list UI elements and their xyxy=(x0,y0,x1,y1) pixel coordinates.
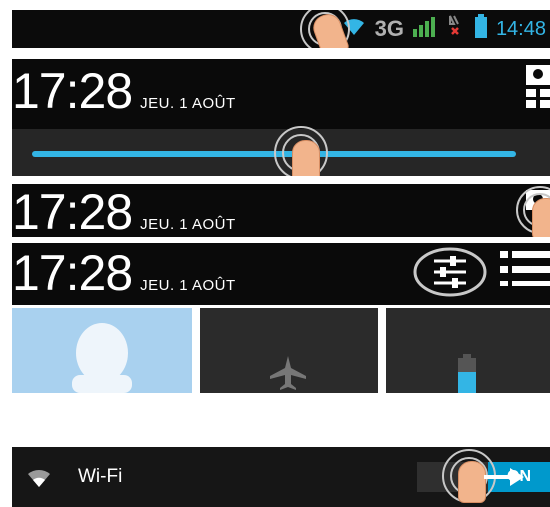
no-sim-icon xyxy=(444,14,466,44)
touch-indicator xyxy=(272,124,330,176)
clock-row: 17:28 JEU. 1 AOÛT xyxy=(12,66,236,116)
notification-header: 17:28 JEU. 1 AOÛT xyxy=(12,243,550,305)
finger-icon xyxy=(292,140,320,176)
airplane-icon xyxy=(270,356,306,393)
battery-icon xyxy=(456,354,478,393)
clock-row: 17:28 JEU. 1 AOÛT xyxy=(12,187,236,237)
touch-indicator xyxy=(514,184,550,237)
clock-time: 17:28 xyxy=(12,184,133,237)
finger-icon xyxy=(532,198,550,237)
notification-header: 17:28 JEU. 1 AOÛT xyxy=(12,184,550,237)
wifi-label: Wi-Fi xyxy=(78,466,123,487)
wifi-icon xyxy=(26,465,52,494)
battery-tile[interactable] xyxy=(386,308,550,393)
notification-header-with-slider: 17:28 JEU. 1 AOÛT xyxy=(12,59,550,176)
airplane-mode-tile[interactable] xyxy=(200,308,378,393)
touch-indicator xyxy=(296,10,354,48)
quick-settings-panel: 17:28 JEU. 1 AOÛT xyxy=(12,243,550,393)
user-tile[interactable] xyxy=(12,308,192,393)
clock-date: JEU. 1 AOÛT xyxy=(140,95,236,112)
tutorial-page: { "status_bar": { "network": "3G", "time… xyxy=(0,0,550,507)
wifi-setting-row[interactable]: Wi-Fi ON xyxy=(12,447,550,507)
battery-icon xyxy=(474,14,488,44)
arrow-right-icon xyxy=(482,465,526,494)
network-type: 3G xyxy=(374,16,404,41)
user-icon[interactable] xyxy=(524,65,550,114)
status-bar[interactable]: 3G 14:48 xyxy=(12,10,550,48)
clock-time: 17:28 xyxy=(12,63,133,119)
clock-date: JEU. 1 AOÛT xyxy=(140,216,236,233)
list-icon[interactable] xyxy=(500,249,550,296)
clock-time: 17:28 xyxy=(12,245,133,301)
status-time: 14:48 xyxy=(495,17,546,40)
clock-row: 17:28 JEU. 1 AOÛT xyxy=(12,248,236,298)
user-icon xyxy=(64,323,140,393)
signal-icon xyxy=(412,15,436,43)
status-icons: 3G 14:48 xyxy=(341,10,550,48)
settings-toggle-icon[interactable] xyxy=(412,246,488,303)
clock-date: JEU. 1 AOÛT xyxy=(140,277,236,294)
